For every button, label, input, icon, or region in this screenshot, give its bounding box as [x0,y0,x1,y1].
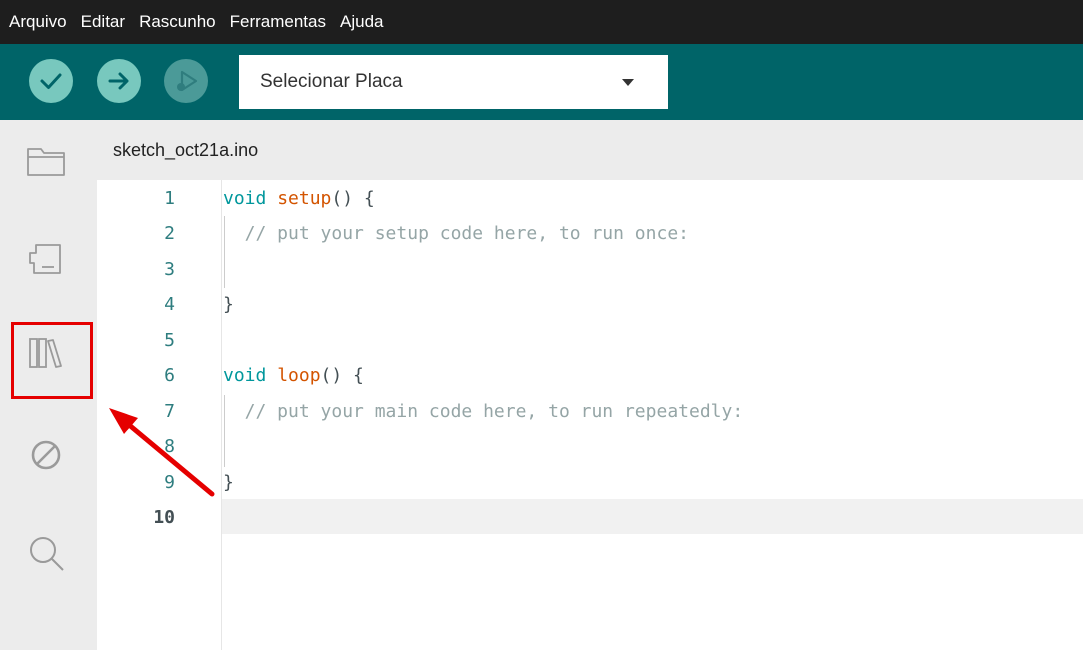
gutter-divider [221,180,222,650]
toolbar: Selecionar Placa [0,44,1083,120]
code-line: 6 void loop() { [97,358,364,394]
sketchbook-button[interactable] [22,137,70,185]
code-token: void [223,187,278,209]
library-highlight-box [11,322,93,399]
menu-editar[interactable]: Editar [79,12,127,32]
line-number: 5 [164,329,175,351]
search-icon [30,537,64,571]
board-select[interactable]: Selecionar Placa [239,55,668,109]
upload-button[interactable] [97,59,141,103]
code-text: // put your setup code here, to run once… [223,223,689,244]
line-number: 2 [164,223,175,244]
code-line: 1 void setup() { [97,180,375,216]
code-text: // put your main code here, to run repea… [223,400,744,422]
menu-ajuda[interactable]: Ajuda [338,12,385,32]
line-number: 3 [164,258,175,280]
code-text: } [223,294,234,315]
arrow-right-icon [108,72,129,90]
code-text: void loop() { [223,365,364,386]
line-number: 6 [164,365,175,386]
board-select-value: Selecionar Placa [260,71,403,92]
tab-bar: sketch_oct21a.ino [97,120,1083,180]
code-token: setup [277,187,332,209]
code-line: 9} [97,464,234,500]
menu-bar: Arquivo Editar Rascunho Ferramentas Ajud… [0,0,1083,44]
check-icon [40,73,62,89]
code-token: // put your setup code here, to run once… [223,223,689,244]
tab-filename: sketch_oct21a.ino [113,139,259,160]
code-token: // put your main code here, to run repea… [223,400,744,422]
tab-bar-empty [331,120,1083,180]
code-token: () { [320,365,364,386]
code-token: } [223,294,234,315]
line-number: 8 [164,436,175,457]
no-entry-icon [31,440,61,470]
debug-icon [177,70,198,92]
boards-manager-button[interactable] [22,235,70,283]
code-token: } [223,471,234,493]
search-button[interactable] [22,529,70,577]
code-line: 3 [97,251,175,287]
line-number: 7 [164,400,175,422]
line-number: 1 [164,187,175,209]
line-number: 9 [164,471,175,493]
code-text: } [223,472,234,493]
code-line: 7 // put your main code here, to run rep… [97,393,743,429]
tab-sketch[interactable]: sketch_oct21a.ino [97,120,331,180]
chevron-down-icon [622,79,634,86]
line-number: 4 [164,294,175,315]
menu-ferramentas[interactable]: Ferramentas [228,12,328,32]
code-line: 10 [97,500,175,536]
verify-button[interactable] [29,59,73,103]
menu-rascunho[interactable]: Rascunho [137,12,218,32]
menu-arquivo[interactable]: Arquivo [7,12,69,32]
code-token: () { [331,187,375,209]
debug-button[interactable] [164,59,208,103]
code-line: 5 [97,322,175,358]
code-line: 8 [97,429,175,465]
code-token: loop [277,365,321,386]
code-line: 2 // put your setup code here, to run on… [97,216,689,252]
debug-panel-button[interactable] [22,431,70,479]
board-icon [29,244,61,274]
current-line-highlight [222,499,1083,534]
line-number: 10 [153,507,175,528]
code-text: void setup() { [223,188,375,209]
code-line: 4} [97,287,234,323]
code-token: void [223,365,278,386]
folder-icon [27,148,65,176]
code-editor[interactable]: 1 void setup() {2 // put your setup code … [97,180,1083,650]
